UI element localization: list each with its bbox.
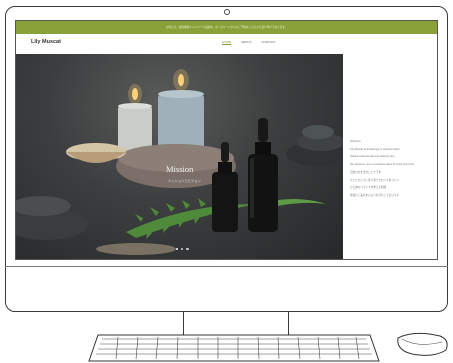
sidebar-line: We welcome you to a peaceful place for b…: [350, 162, 414, 166]
main-nav: HOME ABOUT CONTACT: [222, 40, 276, 45]
webcam-icon: [224, 9, 230, 15]
slider-dot-2[interactable]: [181, 248, 184, 251]
hero-subtitle: ミッションとビジョン: [168, 179, 201, 183]
keyboard-icon: [88, 334, 380, 362]
footer-accent-bar: [16, 259, 437, 260]
monitor-chin-divider: [5, 266, 448, 267]
hero-image: [16, 69, 343, 255]
hero-slider[interactable]: Mission ミッションとビジョン: [16, 54, 343, 259]
site-header: Lily Muscat HOME ABOUT CONTACT: [16, 34, 437, 54]
sidebar-line: Lily Muscat aromatherapy & wellness salo…: [350, 147, 400, 151]
mouse-icon: [397, 332, 448, 356]
sidebar-line: Welcome: [350, 140, 361, 143]
sidebar-line: 心と体のバランスを整える時間: [350, 186, 387, 189]
nav-item-about[interactable]: ABOUT: [241, 40, 251, 45]
announcement-bar: お知らせ：送料無料キャンペーン実施中。ホームページからのご予約はこちらから受け付…: [16, 21, 437, 34]
slider-dot-3[interactable]: [186, 248, 189, 251]
site-logo[interactable]: Lily Muscat: [31, 39, 61, 45]
slider-pagination: [176, 248, 189, 251]
sidebar-text: Welcome Lily Muscat aromatherapy & welln…: [350, 140, 414, 200]
nav-item-home[interactable]: HOME: [222, 40, 231, 45]
slider-dot-1[interactable]: [176, 248, 179, 251]
hero-title: Mission: [166, 164, 194, 174]
nav-item-contact[interactable]: CONTACT: [261, 40, 275, 45]
screen: お知らせ：送料無料キャンペーン実施中。ホームページからのご予約はこちらから受け付…: [15, 20, 438, 260]
sidebar-line: Natural essential oils and relaxing care: [350, 155, 395, 158]
sidebar-line: ひとりひとりに寄り添うサロンでありたい: [350, 178, 400, 182]
sidebar-line: 皆様のご来店を心よりお待ちしております: [350, 193, 400, 197]
sidebar-line: 自然の力を活かしたケアを: [350, 171, 382, 174]
sidebar: Welcome Lily Muscat aromatherapy & welln…: [343, 54, 437, 259]
